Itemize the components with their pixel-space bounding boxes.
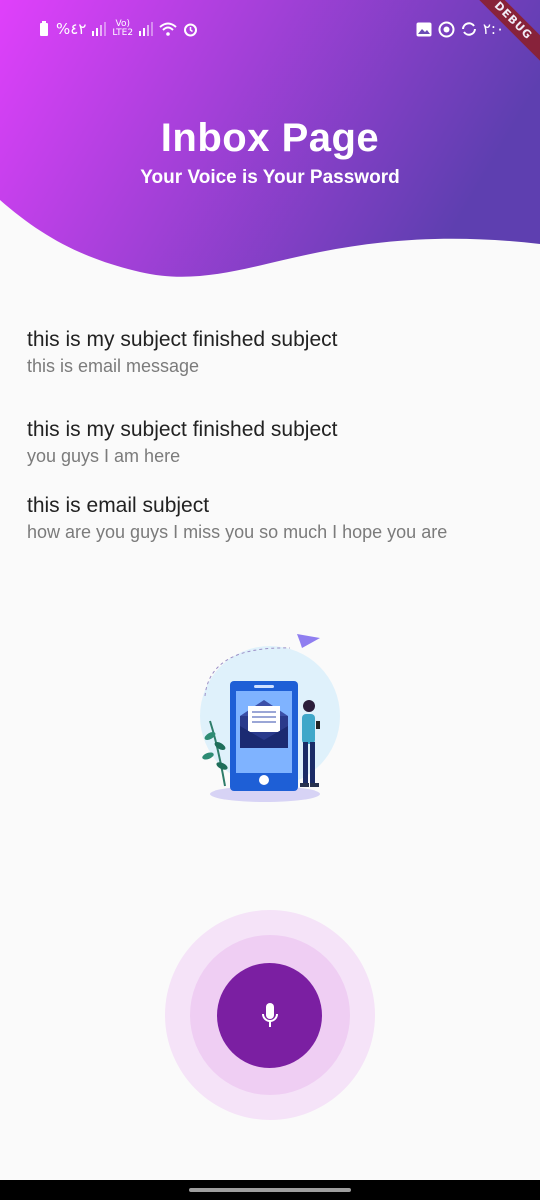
email-message: you guys I am here xyxy=(27,446,181,466)
gallery-icon xyxy=(416,22,432,37)
page-title: Inbox Page xyxy=(160,116,380,160)
email-item[interactable]: this is my subject finished subject you … xyxy=(27,416,497,468)
email-subject: this is my subject finished subject xyxy=(27,328,338,351)
network-type: Vo) LTE2 xyxy=(112,20,133,38)
email-item[interactable]: this is my subject finished subject this… xyxy=(27,326,497,378)
email-subject: this is my subject finished subject xyxy=(27,418,338,441)
sync-icon xyxy=(461,21,477,37)
email-list[interactable]: this is my subject finished subject this… xyxy=(27,326,497,542)
email-item[interactable]: this is email subject how are you guys I… xyxy=(27,492,497,542)
mic-button[interactable] xyxy=(217,963,322,1068)
home-gesture-handle[interactable] xyxy=(189,1188,351,1192)
status-right: ٢:٠ xyxy=(416,20,504,38)
whatsapp-icon xyxy=(438,21,455,38)
system-nav-bar xyxy=(0,1180,540,1200)
page-subtitle: Your Voice is Your Password xyxy=(140,167,400,188)
status-bar: %٤٢ Vo) LTE2 ٢:٠ DEBUG xyxy=(0,0,540,67)
battery-icon xyxy=(38,21,50,37)
mic-icon xyxy=(261,1002,278,1027)
alarm-icon xyxy=(183,22,198,37)
mic-button-container xyxy=(165,910,375,1120)
wifi-icon xyxy=(159,22,177,36)
email-message: how are you guys I miss you so much I ho… xyxy=(27,522,448,542)
battery-level: %٤٢ xyxy=(56,20,87,38)
lte-label: LTE2 xyxy=(112,28,134,38)
signal-icon-2 xyxy=(139,22,154,36)
status-left: %٤٢ Vo) LTE2 xyxy=(38,20,198,38)
clock-time: ٢:٠ xyxy=(482,20,504,38)
signal-icon xyxy=(92,22,107,36)
email-phone-illustration xyxy=(200,634,340,802)
email-message: this is email message xyxy=(27,356,200,376)
email-subject: this is email subject xyxy=(27,494,210,517)
